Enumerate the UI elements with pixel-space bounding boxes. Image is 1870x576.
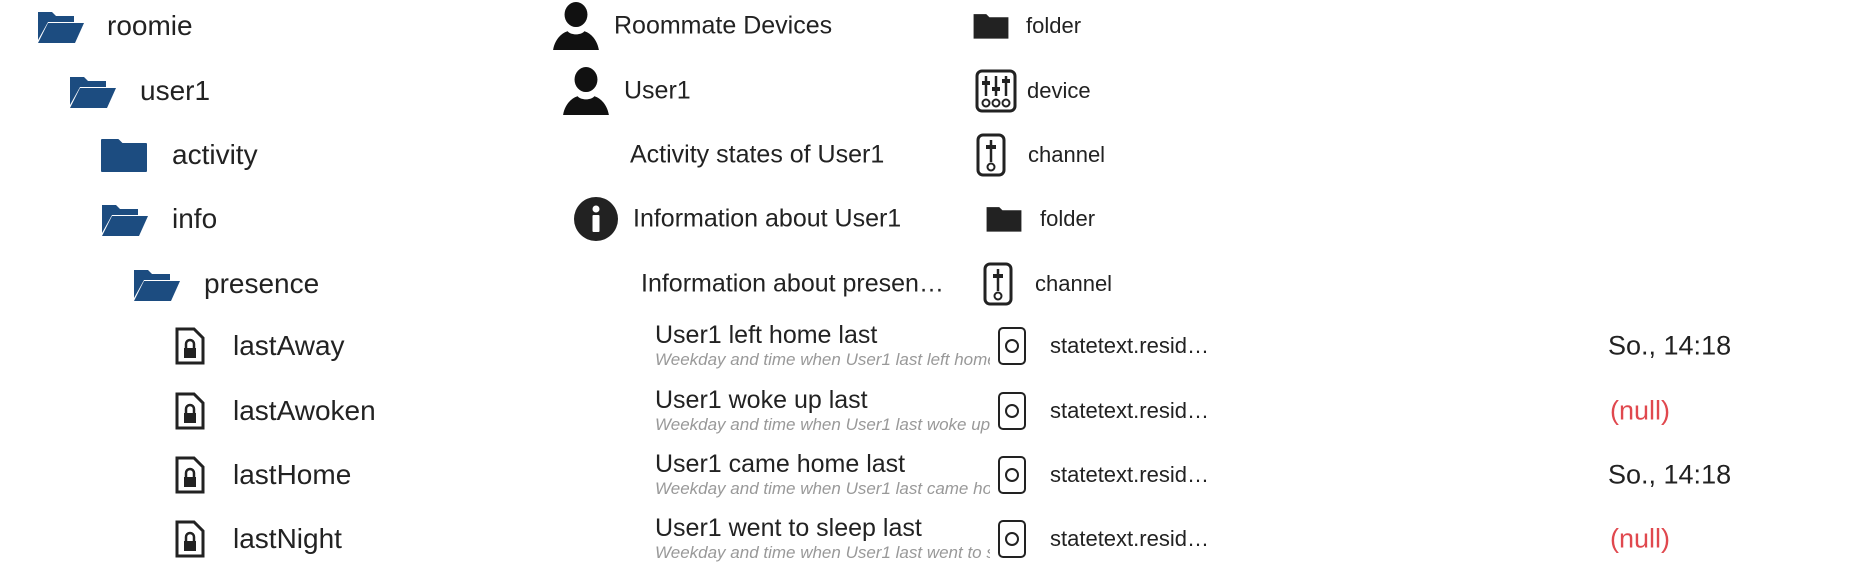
description-title: User1 went to sleep last [655, 514, 922, 542]
description-hint: Weekday and time when User1 last came ho… [655, 479, 990, 498]
description-title: User1 came home last [655, 450, 906, 478]
person-icon [561, 66, 611, 116]
object-description: Roommate Devices [614, 11, 833, 40]
object-description: Information about User1 [633, 204, 902, 233]
object-name: lastHome [233, 459, 352, 490]
file-lock-icon [175, 392, 205, 430]
state-value[interactable]: (null) [1610, 396, 1670, 427]
object-description: User1 [624, 76, 691, 105]
object-description: User1 came home last Weekday and time whe… [655, 449, 990, 499]
object-name: lastAway [233, 330, 345, 361]
state-value[interactable]: So., 14:18 [1608, 331, 1731, 362]
description-title: User1 woke up last [655, 386, 868, 414]
tree-row[interactable]: roomie Roommate Devices folder [0, 0, 1870, 58]
channel-icon [976, 133, 1006, 177]
channel-icon [983, 262, 1013, 306]
object-name: activity [172, 139, 258, 170]
object-type: folder [1026, 13, 1082, 38]
object-name: presence [204, 268, 320, 299]
description-hint: Weekday and time when User1 last left ho… [655, 350, 990, 369]
folder-open-icon[interactable] [100, 201, 148, 237]
file-lock-icon [175, 520, 205, 558]
state-icon [998, 520, 1026, 558]
folder-icon[interactable] [100, 137, 148, 173]
description-hint: Weekday and time when User1 last went to… [655, 543, 990, 562]
object-type: channel [1028, 142, 1106, 167]
object-type: folder [1040, 206, 1096, 231]
state-row[interactable]: lastNight User1 went to sleep last Weekda… [0, 507, 1870, 571]
person-icon [551, 1, 601, 51]
state-row[interactable]: lastAwoken User1 woke up last Weekday and… [0, 379, 1870, 443]
object-name: roomie [107, 10, 193, 41]
tree-row[interactable]: info Information about User1 folder [0, 187, 1870, 251]
file-lock-icon [175, 456, 205, 494]
state-row[interactable]: lastAway User1 left home last Weekday and… [0, 314, 1870, 378]
tree-row[interactable]: presence Information about presen… chann… [0, 252, 1870, 316]
object-description: Information about presen… [641, 269, 944, 298]
object-type: channel [1035, 271, 1113, 296]
description-hint: Weekday and time when User1 last woke up [655, 415, 990, 434]
object-description: User1 went to sleep last Weekday and time… [655, 513, 990, 563]
object-type: statetext.resid… [1050, 526, 1209, 551]
object-type: statetext.resid… [1050, 462, 1209, 487]
description-title: User1 left home last [655, 321, 878, 349]
object-name: user1 [140, 75, 211, 106]
object-name: lastNight [233, 523, 342, 554]
state-icon [998, 327, 1026, 365]
object-name: info [172, 203, 218, 234]
folder-icon [972, 11, 1010, 41]
info-icon [574, 197, 618, 241]
tree-row[interactable]: user1 User1 device [0, 59, 1870, 123]
state-icon [998, 392, 1026, 430]
object-description: User1 woke up last Weekday and time when … [655, 385, 990, 435]
object-type: device [1027, 78, 1091, 103]
object-description: User1 left home last Weekday and time whe… [655, 320, 990, 370]
object-type: statetext.resid… [1050, 398, 1209, 423]
folder-open-icon[interactable] [36, 8, 84, 44]
folder-open-icon[interactable] [132, 266, 180, 302]
file-lock-icon [175, 327, 205, 365]
tree-row[interactable]: activity Activity states of User1 channe… [0, 123, 1870, 187]
object-description: Activity states of User1 [630, 140, 885, 169]
folder-icon [985, 204, 1023, 234]
device-icon [975, 69, 1017, 113]
state-value[interactable]: So., 14:18 [1608, 460, 1731, 491]
state-row[interactable]: lastHome User1 came home last Weekday and… [0, 443, 1870, 507]
object-type: statetext.resid… [1050, 333, 1209, 358]
state-icon [998, 456, 1026, 494]
state-value[interactable]: (null) [1610, 524, 1670, 555]
object-name: lastAwoken [233, 395, 376, 426]
folder-open-icon[interactable] [68, 73, 116, 109]
